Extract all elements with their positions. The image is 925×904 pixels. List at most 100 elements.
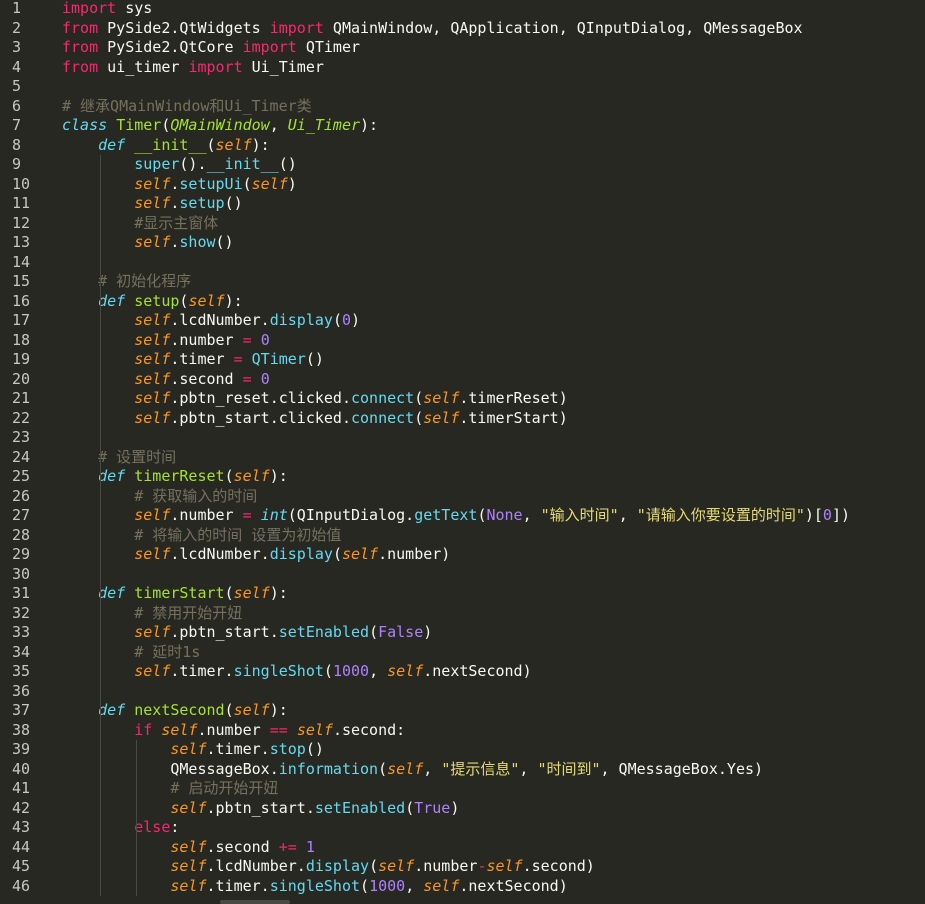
line-number: 12 bbox=[12, 213, 31, 232]
code-token: , bbox=[522, 506, 541, 524]
code-token: if bbox=[134, 720, 153, 739]
code-token: ): bbox=[224, 291, 243, 310]
code-token: information bbox=[278, 759, 379, 778]
code-token: self bbox=[233, 467, 270, 485]
code-token: ( bbox=[414, 389, 424, 407]
code-line[interactable]: def timerStart(self): bbox=[62, 584, 288, 604]
code-line[interactable]: # 获取输入的时间 bbox=[62, 487, 257, 507]
code-line[interactable]: self.lcdNumber.display(self.number-self.… bbox=[62, 857, 594, 877]
code-token: .number bbox=[197, 720, 270, 739]
code-line[interactable]: # 延时1s bbox=[62, 643, 200, 663]
code-line[interactable]: self.number = 0 bbox=[62, 330, 270, 351]
code-line[interactable]: self.timer.stop() bbox=[62, 740, 324, 760]
code-line[interactable]: # 设置时间 bbox=[62, 448, 176, 468]
code-line[interactable]: else: bbox=[62, 818, 179, 838]
code-token: 0 bbox=[260, 330, 270, 349]
code-token: setEnabled bbox=[278, 623, 370, 641]
code-token: setEnabled bbox=[314, 798, 406, 817]
code-line[interactable]: self.pbtn_reset.clicked.connect(self.tim… bbox=[62, 389, 568, 409]
code-line[interactable]: from ui_timer import Ui_Timer bbox=[62, 58, 324, 78]
line-number: 35 bbox=[12, 662, 31, 680]
code-line[interactable]: class Timer(QMainWindow, Ui_Timer): bbox=[62, 116, 378, 136]
code-token: .pbtn_reset.clicked. bbox=[170, 389, 351, 407]
code-token: self bbox=[296, 720, 333, 739]
code-line[interactable]: self.pbtn_start.setEnabled(True) bbox=[62, 799, 459, 819]
code-token: self bbox=[188, 291, 225, 310]
code-token: timerStart bbox=[134, 584, 225, 602]
code-line[interactable]: from PySide2.QtWidgets import QMainWindo… bbox=[62, 19, 803, 39]
line-number: 40 bbox=[12, 759, 31, 778]
code-line[interactable]: # 将输入的时间 设置为初始值 bbox=[62, 526, 341, 546]
code-line[interactable]: import sys bbox=[62, 0, 152, 19]
code-token: , bbox=[405, 876, 424, 895]
code-token: .pbtn_start. bbox=[170, 623, 279, 641]
code-token: = bbox=[233, 350, 243, 368]
code-line[interactable]: self.setupUi(self) bbox=[62, 175, 297, 195]
line-number: 30 bbox=[12, 564, 31, 583]
code-line[interactable]: self.setup() bbox=[62, 194, 242, 214]
code-line[interactable]: #显示主窗体 bbox=[62, 214, 218, 234]
code-line[interactable]: self.show() bbox=[62, 233, 233, 253]
code-line[interactable]: self.number = int(QInputDialog.getText(N… bbox=[62, 506, 850, 526]
code-token: self bbox=[423, 408, 460, 427]
code-token: .number) bbox=[378, 545, 451, 563]
code-token: # 初始化程序 bbox=[98, 272, 192, 290]
code-editor[interactable]: 1 2 3 4 5 6 7 8 9 10 11 12 13 14 15 16 17 18 19 20 21 22 23 24 2… bbox=[0, 0, 925, 904]
code-line[interactable]: from PySide2.QtCore import QTimer bbox=[62, 38, 360, 58]
line-number: 33 bbox=[12, 623, 31, 641]
code-line[interactable]: QMessageBox.information(self, "提示信息", "时… bbox=[62, 760, 763, 780]
line-number-gutter: 1 2 3 4 5 6 7 8 9 10 11 12 13 14 15 16 17 18 19 20 21 22 23 24 2… bbox=[0, 0, 52, 904]
code-token: int bbox=[260, 506, 288, 524]
code-line[interactable]: self.timer.singleShot(1000, self.nextSec… bbox=[62, 876, 567, 897]
code-line[interactable]: self.timer = QTimer() bbox=[62, 350, 324, 370]
line-number: 25 bbox=[12, 467, 31, 485]
code-line[interactable]: # 继承QMainWindow和Ui_Timer类 bbox=[62, 97, 312, 117]
line-number: 15 bbox=[12, 272, 31, 290]
code-token: self bbox=[134, 194, 171, 212]
code-token: self bbox=[233, 584, 270, 602]
code-line[interactable]: self.pbtn_start.clicked.connect(self.tim… bbox=[62, 409, 568, 429]
line-number: 17 bbox=[12, 311, 31, 329]
code-token: 1000 bbox=[332, 662, 370, 680]
code-area[interactable]: import sys from PySide2.QtWidgets import … bbox=[62, 0, 925, 904]
code-line[interactable]: super().__init__() bbox=[62, 155, 297, 175]
code-token: self bbox=[134, 330, 171, 349]
code-line[interactable]: if self.number == self.second: bbox=[62, 721, 405, 741]
code-line[interactable]: def setup(self): bbox=[62, 292, 243, 312]
code-token: setup bbox=[179, 194, 225, 212]
code-line[interactable]: def timerReset(self): bbox=[62, 467, 288, 487]
indent-guide bbox=[100, 155, 102, 896]
code-line[interactable]: # 启动开始开妞 bbox=[62, 779, 278, 799]
code-line[interactable]: # 禁用开始开妞 bbox=[62, 604, 242, 624]
horizontal-scrollbar[interactable] bbox=[220, 900, 290, 904]
line-number: 46 bbox=[12, 876, 31, 895]
code-token: .number bbox=[414, 857, 478, 875]
code-token: self bbox=[134, 408, 171, 427]
code-line[interactable]: self.timer.singleShot(1000, self.nextSec… bbox=[62, 662, 531, 682]
code-token: ( bbox=[224, 467, 234, 485]
line-number: 21 bbox=[12, 389, 31, 407]
line-number: 2 bbox=[12, 18, 22, 37]
line-number: 13 bbox=[12, 233, 31, 251]
code-token: show bbox=[179, 233, 216, 251]
code-line[interactable]: def __init__(self): bbox=[62, 136, 270, 156]
code-token: ( bbox=[378, 759, 388, 778]
code-token: self bbox=[134, 506, 171, 524]
code-line[interactable]: self.second = 0 bbox=[62, 370, 269, 390]
code-line[interactable]: self.lcdNumber.display(0) bbox=[62, 311, 360, 331]
code-line[interactable]: def nextSecond(self): bbox=[62, 701, 288, 721]
code-line[interactable]: self.pbtn_start.setEnabled(False) bbox=[62, 623, 432, 643]
code-line[interactable]: self.lcdNumber.display(self.number) bbox=[62, 545, 450, 565]
code-line[interactable]: # 初始化程序 bbox=[62, 272, 191, 292]
